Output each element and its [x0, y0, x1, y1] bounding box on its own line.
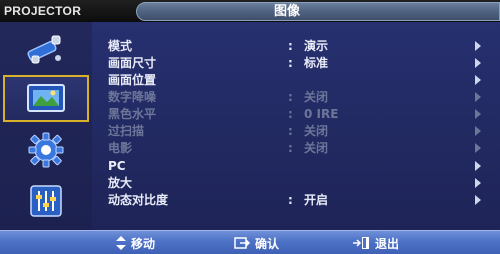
brand-label: PROJECTOR — [4, 4, 82, 18]
menu-item-label: 画面位置 — [108, 73, 157, 87]
hint-enter: 确认 — [234, 234, 279, 252]
sliders-icon — [30, 184, 62, 217]
chevron-right-icon — [475, 195, 481, 205]
picture-icon — [27, 83, 65, 112]
hint-enter-label: 确认 — [255, 236, 280, 251]
menu-item-position[interactable]: 画面位置 — [92, 72, 500, 88]
sidebar-item-option[interactable] — [3, 177, 89, 224]
menu-item-label: 黑色水平 — [108, 107, 157, 121]
menu-title: 图像 — [273, 4, 300, 19]
chevron-right-icon — [475, 58, 481, 68]
top-bar: PROJECTOR 图像 — [0, 0, 500, 22]
chevron-right-icon — [475, 161, 481, 171]
hint-exit: 退出 — [352, 234, 399, 252]
menu-item-colon: : — [288, 90, 293, 104]
input-source-icon — [27, 35, 61, 63]
menu-item-colon: : — [288, 107, 293, 121]
menu-item-value: 标准 — [304, 56, 329, 70]
menu-item-dnr: 数字降噪 : 关闭 — [92, 89, 500, 105]
menu-item-zoom[interactable]: 放大 — [92, 175, 500, 191]
menu-item-overscan: 过扫描 : 关闭 — [92, 123, 500, 139]
menu-item-value: 关闭 — [304, 124, 329, 138]
menu-item-colon: : — [288, 39, 293, 53]
chevron-right-icon — [475, 75, 481, 85]
menu-item-film: 电影 : 关闭 — [92, 140, 500, 156]
menu-item-colon: : — [288, 56, 293, 70]
chevron-right-icon — [475, 41, 481, 51]
chevron-right-icon — [475, 92, 481, 102]
menu-item-value: 关闭 — [304, 90, 329, 104]
menu-item-black-level: 黑色水平 : 0 IRE — [92, 106, 500, 122]
menu-item-label: 模式 — [108, 39, 133, 53]
menu-item-label: 画面尺寸 — [108, 56, 157, 70]
menu-item-label: PC — [108, 159, 126, 173]
menu-item-size[interactable]: 画面尺寸 : 标准 — [92, 55, 500, 71]
up-down-arrows-icon — [116, 236, 126, 250]
gear-icon — [28, 132, 64, 167]
menu-item-value: 演示 — [304, 39, 329, 53]
bottom-hint-bar: 移动 确认 退出 — [0, 230, 500, 254]
menu-item-dynamic-contrast[interactable]: 动态对比度 : 开启 — [92, 192, 500, 208]
menu-item-label: 电影 — [108, 141, 133, 155]
chevron-right-icon — [475, 126, 481, 136]
chevron-right-icon — [475, 178, 481, 188]
menu-item-label: 动态对比度 — [108, 193, 169, 207]
category-sidebar — [0, 22, 92, 230]
sidebar-item-picture[interactable] — [3, 75, 89, 122]
menu-item-colon: : — [288, 193, 293, 207]
menu-item-mode[interactable]: 模式 : 演示 — [92, 38, 500, 54]
menu-item-label: 放大 — [108, 176, 133, 190]
hint-exit-label: 退出 — [375, 236, 400, 251]
menu-item-label: 过扫描 — [108, 124, 145, 138]
menu-item-colon: : — [288, 124, 293, 138]
exit-icon — [353, 237, 369, 249]
menu-item-value: 关闭 — [304, 141, 329, 155]
sidebar-item-setup[interactable] — [3, 126, 89, 173]
chevron-right-icon — [475, 109, 481, 119]
menu-item-value: 开启 — [304, 193, 329, 207]
picture-menu: 模式 : 演示 画面尺寸 : 标准 画面位置 数字降噪 : 关闭 黑色水平 : … — [92, 22, 500, 230]
menu-item-value: 0 IRE — [304, 107, 339, 121]
hint-move-label: 移动 — [131, 236, 156, 251]
hint-move: 移动 — [116, 234, 155, 252]
osd-screen: PROJECTOR 图像 模式: 演示 画面尺寸: 标准 画面位置 数字降噪… — [0, 0, 500, 254]
menu-item-colon: : — [288, 141, 293, 155]
sidebar-item-input[interactable] — [3, 26, 89, 73]
title-bar: 图像 — [136, 2, 500, 21]
menu-item-pc[interactable]: PC — [92, 158, 500, 174]
enter-icon — [234, 237, 250, 249]
chevron-right-icon — [475, 143, 481, 153]
menu-item-label: 数字降噪 — [108, 90, 157, 104]
